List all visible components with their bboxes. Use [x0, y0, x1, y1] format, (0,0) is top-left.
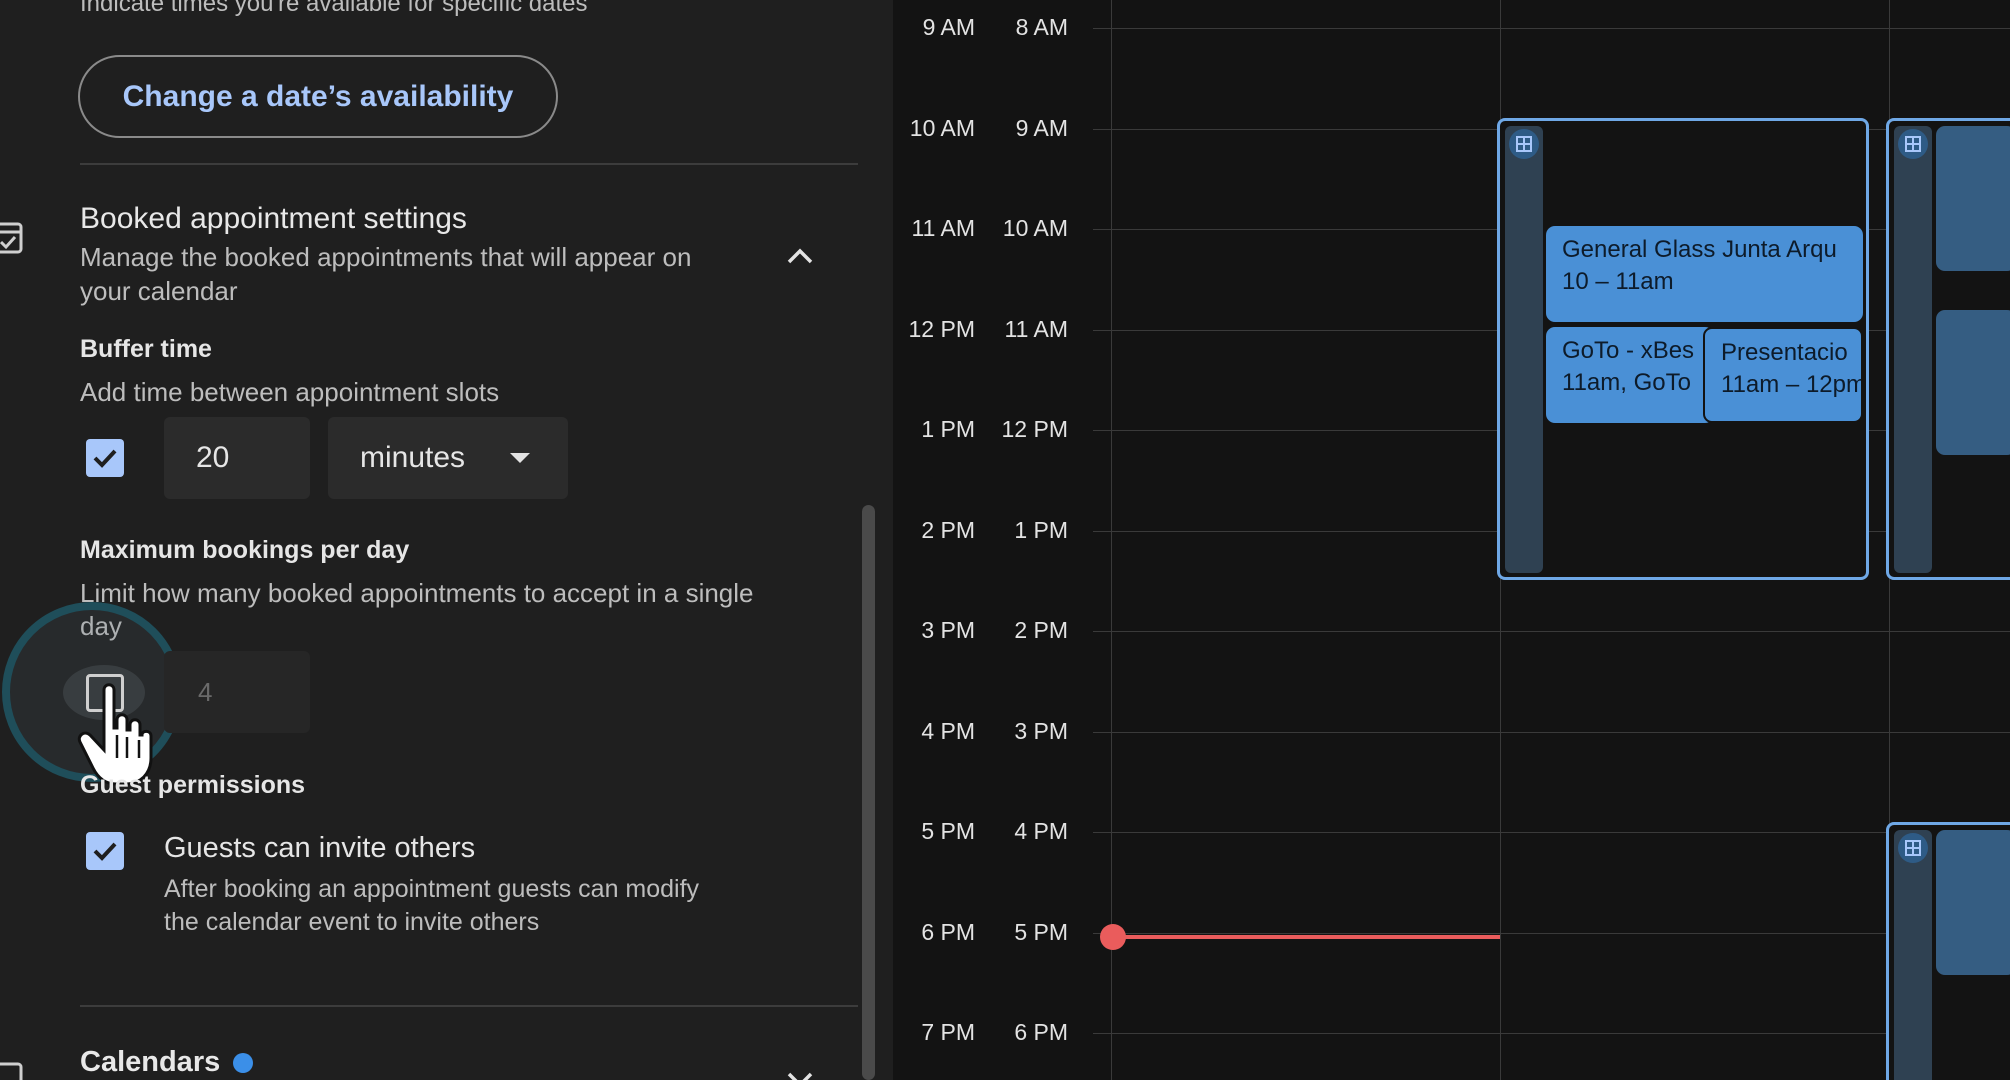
- booked-settings-description: Manage the booked appointments that will…: [80, 242, 692, 272]
- dropdown-arrow-icon: [510, 453, 530, 463]
- appointment-slot-bar[interactable]: [1894, 830, 1932, 1080]
- appointment-grid-icon: [1509, 129, 1539, 159]
- hour-line: [1093, 631, 2010, 632]
- secondary-time-label: 11 AM: [1004, 315, 1069, 342]
- section-divider: [80, 163, 858, 165]
- event-title: GoTo - xBes: [1562, 337, 1695, 364]
- secondary-time-label: 3 PM: [1014, 717, 1068, 744]
- primary-time-label: 6 PM: [921, 918, 975, 945]
- appointment-grid-icon: [1898, 833, 1928, 863]
- chevron-down-icon[interactable]: [785, 1070, 815, 1080]
- section-divider: [80, 1005, 858, 1007]
- secondary-time-label: 6 PM: [1014, 1019, 1068, 1045]
- secondary-time-label: 10 AM: [1002, 215, 1068, 241]
- appointment-slot-bar[interactable]: [1894, 126, 1932, 573]
- max-bookings-label: Maximum bookings per day: [80, 536, 410, 564]
- event-time: 11am – 12pm: [1721, 371, 1863, 398]
- appointment-slot-bar[interactable]: [1505, 126, 1543, 573]
- max-bookings-description: Limit how many booked appointments to ac…: [80, 578, 754, 608]
- event-goto[interactable]: GoTo - xBes 11am, GoTo: [1546, 327, 1714, 423]
- guest-permissions-label: Guest permissions: [80, 771, 306, 799]
- guests-invite-label: Guests can invite others: [164, 832, 476, 864]
- calendar-grid: General Glass Junta Arqu 10 – 11am GoTo …: [893, 0, 2010, 1080]
- day-column-divider: [1111, 0, 1112, 1080]
- hour-line: [1093, 1033, 2010, 1034]
- calendar-icon: [0, 1062, 23, 1080]
- guests-invite-checkbox[interactable]: [86, 832, 124, 870]
- check-icon: [93, 449, 117, 468]
- current-time-line: [1111, 935, 1500, 939]
- hour-line: [1093, 731, 2010, 733]
- change-date-availability-button[interactable]: Change a date’s availability: [78, 55, 558, 138]
- booked-settings-title: Booked appointment settings: [80, 202, 467, 235]
- primary-time-label: 5 PM: [921, 818, 975, 844]
- buffer-unit-value: minutes: [360, 441, 466, 474]
- secondary-time-label: 12 PM: [1001, 416, 1068, 442]
- primary-time-label: 3 PM: [921, 617, 975, 643]
- primary-time-label: 9 AM: [922, 14, 975, 40]
- event-block[interactable]: [1936, 126, 2010, 271]
- primary-time-label: 4 PM: [921, 717, 975, 744]
- booked-settings-description-cont: your calendar: [80, 276, 238, 306]
- event-title: Presentacio: [1721, 339, 1848, 366]
- primary-time-label: 7 PM: [921, 1019, 975, 1045]
- settings-panel: Indicate times you're available for spec…: [0, 0, 893, 1080]
- buffer-time-checkbox[interactable]: [86, 439, 124, 477]
- hour-line: [1093, 28, 2010, 29]
- event-block[interactable]: [1936, 830, 2010, 975]
- settings-scrollbar[interactable]: [862, 505, 875, 1080]
- guests-invite-description: After booking an appointment guests can …: [164, 875, 700, 903]
- event-block[interactable]: [1936, 310, 2010, 455]
- event-presentacion[interactable]: Presentacio 11am – 12pm: [1703, 327, 1863, 423]
- event-general-glass[interactable]: General Glass Junta Arqu 10 – 11am: [1546, 226, 1863, 322]
- buffer-time-input[interactable]: 20: [164, 417, 310, 499]
- calendars-section-title: Calendars: [80, 1046, 221, 1078]
- event-title: General Glass Junta Arqu: [1562, 236, 1837, 263]
- secondary-time-label: 5 PM: [1014, 918, 1068, 945]
- primary-time-label: 10 AM: [909, 114, 975, 141]
- calendar-color-dot: [233, 1053, 253, 1073]
- buffer-unit-select[interactable]: minutes: [328, 417, 568, 499]
- check-icon: [93, 842, 117, 861]
- primary-time-label: 11 AM: [911, 215, 976, 241]
- hour-line: [1093, 932, 2010, 934]
- calendar-check-icon: [0, 222, 23, 254]
- chevron-up-icon[interactable]: [785, 246, 815, 266]
- secondary-time-label: 1 PM: [1014, 516, 1068, 543]
- guests-invite-description-cont: the calendar event to invite others: [164, 908, 540, 936]
- secondary-time-label: 8 AM: [1015, 14, 1068, 40]
- buffer-time-description: Add time between appointment slots: [80, 377, 500, 407]
- availability-helper-text: Indicate times you're available for spec…: [80, 0, 588, 17]
- secondary-time-label: 4 PM: [1014, 818, 1068, 844]
- primary-time-label: 12 PM: [908, 315, 975, 342]
- buffer-time-label: Buffer time: [80, 335, 212, 363]
- appointment-grid-icon: [1898, 129, 1928, 159]
- event-time: 10 – 11am: [1562, 268, 1674, 295]
- primary-time-label: 1 PM: [921, 416, 975, 442]
- hour-line: [1093, 832, 2010, 833]
- secondary-time-label: 9 AM: [1015, 114, 1068, 141]
- event-time: 11am, GoTo: [1562, 369, 1691, 396]
- max-bookings-input[interactable]: 4: [164, 651, 310, 733]
- secondary-time-label: 2 PM: [1014, 617, 1068, 643]
- primary-time-label: 2 PM: [921, 516, 975, 543]
